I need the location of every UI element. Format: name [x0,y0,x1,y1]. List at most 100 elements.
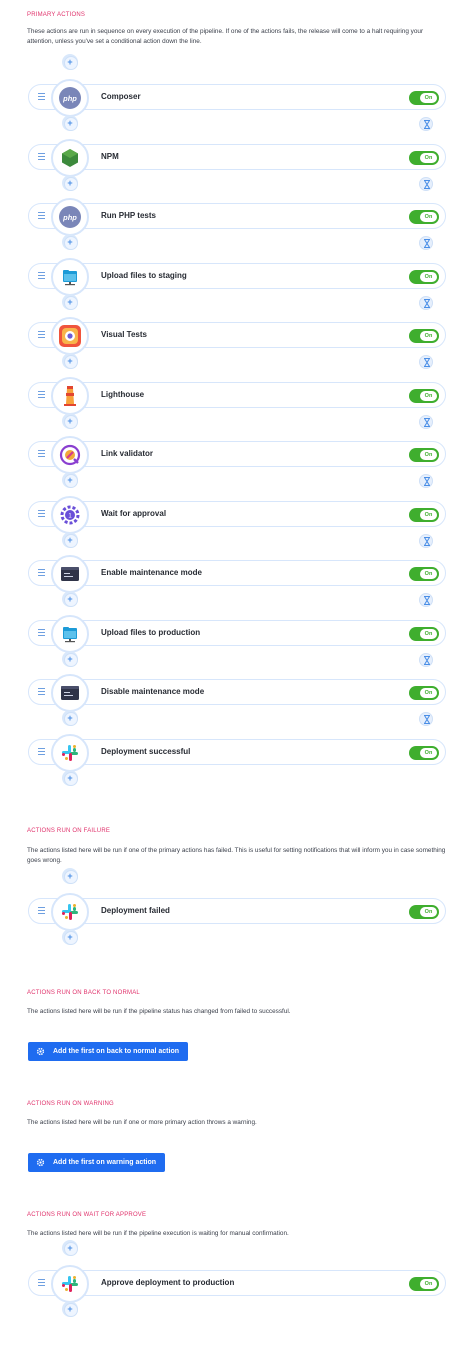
add-action-plus-icon[interactable]: + [62,1301,78,1317]
drag-handle-icon[interactable] [38,93,46,101]
add-action-plus-icon[interactable]: + [62,115,78,131]
nodejs-icon [51,138,89,177]
drag-handle-icon[interactable] [38,688,46,696]
drag-handle-icon[interactable] [38,747,46,756]
drag-handle-icon[interactable] [38,450,46,458]
action-toggle[interactable]: On [409,91,439,105]
action-row[interactable]: Enable maintenance mode On [28,555,446,593]
action-label[interactable]: Visual Tests [101,330,147,339]
drag-handle-icon[interactable] [38,569,46,577]
action-toggle[interactable]: On [409,905,439,919]
action-row[interactable]: 1 Wait for approval On [28,495,446,534]
add-action-plus-icon[interactable]: + [62,868,78,884]
add-action-plus-icon[interactable]: + [62,353,78,369]
add-warning-action-button[interactable]: Add the first on warning action [28,1153,166,1172]
toggle-label: On [420,390,437,401]
action-toggle[interactable]: On [409,507,439,522]
action-label[interactable]: Lighthouse [101,390,144,399]
terminal-window-icon [51,674,89,712]
action-row[interactable]: Upload files to staging On [28,257,446,296]
add-action-plus-icon[interactable]: + [62,1240,78,1256]
action-label[interactable]: Enable maintenance mode [101,568,202,577]
drag-handle-icon[interactable] [38,271,46,280]
action-row[interactable]: php Composer On [28,79,446,117]
drag-handle-icon[interactable] [38,628,46,637]
action-toggle[interactable]: On [409,1277,439,1291]
action-toggle[interactable]: On [409,686,439,700]
drag-handle-icon[interactable] [38,1279,46,1287]
action-label[interactable]: Upload files to production [101,628,200,637]
action-row[interactable]: Disable maintenance mode On [28,674,446,712]
slack-icon [51,893,89,931]
action-toggle[interactable]: On [409,388,439,403]
wait-for-approve-description: The actions listed here will be run if t… [27,1230,289,1237]
delay-hourglass-icon[interactable] [419,533,433,548]
action-label[interactable]: Upload files to staging [101,271,187,280]
add-action-plus-icon[interactable]: + [62,531,78,548]
delay-hourglass-icon[interactable] [419,593,433,607]
action-row[interactable]: Approve deployment to production On [28,1265,446,1303]
action-row[interactable]: Upload files to production On [28,614,446,653]
drag-handle-icon[interactable] [38,509,46,518]
add-action-plus-icon[interactable]: + [62,174,78,191]
add-action-plus-icon[interactable]: + [62,650,78,667]
primary-actions-description: These actions are run in sequence on eve… [27,28,424,45]
toggle-label: On [420,271,437,282]
add-action-plus-icon[interactable]: + [62,412,78,429]
back-to-normal-description: The actions listed here will be run if t… [27,1008,291,1015]
lighthouse-icon [51,376,89,415]
delay-hourglass-icon[interactable] [419,355,433,369]
delay-hourglass-icon[interactable] [419,652,433,667]
plus-icon: + [67,871,73,881]
action-row[interactable]: php Run PHP tests On [28,198,446,236]
gear-icon [36,1047,45,1056]
action-row[interactable]: Visual Tests On [28,317,446,355]
delay-hourglass-icon[interactable] [419,474,433,488]
action-toggle[interactable]: On [409,329,439,343]
action-label[interactable]: Deployment successful [101,747,190,756]
action-label[interactable]: Approve deployment to production [101,1278,234,1287]
add-action-plus-icon[interactable]: + [62,54,78,70]
delay-hourglass-icon[interactable] [419,176,433,191]
action-row[interactable]: Link validator On [28,436,446,474]
drag-handle-icon[interactable] [38,390,46,399]
drag-handle-icon[interactable] [38,907,46,915]
drag-handle-icon[interactable] [38,152,46,161]
action-toggle[interactable]: On [409,626,439,641]
action-toggle[interactable]: On [409,210,439,224]
delay-hourglass-icon[interactable] [419,295,433,310]
delay-hourglass-icon[interactable] [419,414,433,429]
action-label[interactable]: Deployment failed [101,906,170,915]
add-action-plus-icon[interactable]: + [62,929,78,945]
plus-icon: + [67,1304,73,1314]
add-action-plus-icon[interactable]: + [62,472,78,488]
action-label[interactable]: Disable maintenance mode [101,687,204,696]
wait-for-approve-title: ACTIONS RUN ON WAIT FOR APPROVE [27,1212,147,1218]
action-toggle[interactable]: On [409,269,439,284]
add-action-plus-icon[interactable]: + [62,234,78,250]
action-row[interactable]: Deployment failed On [28,893,446,931]
action-label[interactable]: NPM [101,152,119,161]
plus-icon: + [67,356,73,366]
action-label[interactable]: Wait for approval [101,509,166,518]
add-action-plus-icon[interactable]: + [62,293,78,310]
action-toggle[interactable]: On [409,745,439,760]
action-toggle[interactable]: On [409,150,439,165]
action-label[interactable]: Run PHP tests [101,211,156,220]
delay-hourglass-icon[interactable] [419,712,433,726]
action-toggle[interactable]: On [409,448,439,462]
drag-handle-icon[interactable] [38,212,46,220]
action-row[interactable]: Deployment successful On [28,733,446,772]
delay-hourglass-icon[interactable] [419,117,433,131]
add-action-plus-icon[interactable]: + [62,710,78,726]
add-back-to-normal-action-button[interactable]: Add the first on back to normal action [28,1042,189,1061]
drag-handle-icon[interactable] [38,331,46,339]
add-action-plus-icon[interactable]: + [62,769,78,786]
action-row[interactable]: Lighthouse On [28,376,446,415]
action-row[interactable]: NPM On [28,138,446,177]
action-label[interactable]: Composer [101,92,141,101]
add-action-plus-icon[interactable]: + [62,591,78,607]
action-label[interactable]: Link validator [101,449,153,458]
action-toggle[interactable]: On [409,567,439,581]
delay-hourglass-icon[interactable] [419,236,433,250]
